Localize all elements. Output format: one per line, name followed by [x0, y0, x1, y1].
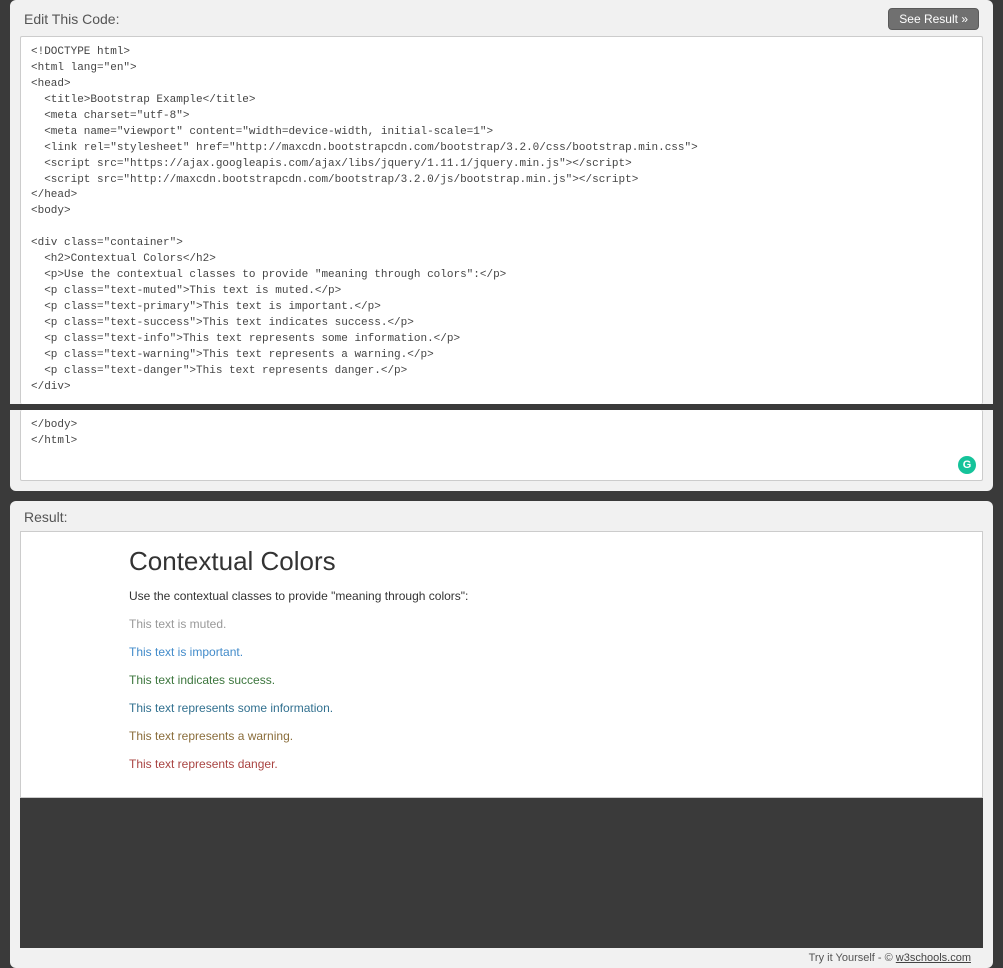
result-dark-area	[20, 798, 983, 948]
text-primary-line: This text is important.	[129, 643, 874, 661]
result-frame: Contextual Colors Use the contextual cla…	[20, 531, 983, 798]
edit-title: Edit This Code:	[24, 11, 119, 27]
text-warning-line: This text represents a warning.	[129, 727, 874, 745]
text-success-line: This text indicates success.	[129, 671, 874, 689]
result-intro: Use the contextual classes to provide "m…	[129, 587, 874, 605]
footer-text: Try it Yourself - ©	[809, 952, 896, 964]
result-heading: Contextual Colors	[129, 546, 874, 577]
code-editor-upper[interactable]: <!DOCTYPE html> <html lang="en"> <head> …	[20, 36, 983, 404]
grammarly-icon[interactable]: G	[958, 456, 976, 474]
result-title: Result:	[10, 501, 993, 531]
text-info-line: This text represents some information.	[129, 699, 874, 717]
footer: Try it Yourself - © w3schools.com	[20, 948, 983, 968]
code-text-lower[interactable]: </body> </html>	[21, 410, 982, 480]
edit-panel: Edit This Code: See Result » <!DOCTYPE h…	[10, 0, 993, 491]
result-panel: Result: Contextual Colors Use the contex…	[10, 501, 993, 968]
text-danger-line: This text represents danger.	[129, 755, 874, 773]
edit-header: Edit This Code: See Result »	[10, 0, 993, 36]
text-muted-line: This text is muted.	[129, 615, 874, 633]
code-text-upper[interactable]: <!DOCTYPE html> <html lang="en"> <head> …	[21, 37, 982, 404]
see-result-button[interactable]: See Result »	[888, 8, 979, 30]
code-editor-lower[interactable]: </body> </html> G	[20, 410, 983, 481]
footer-link[interactable]: w3schools.com	[896, 952, 971, 964]
